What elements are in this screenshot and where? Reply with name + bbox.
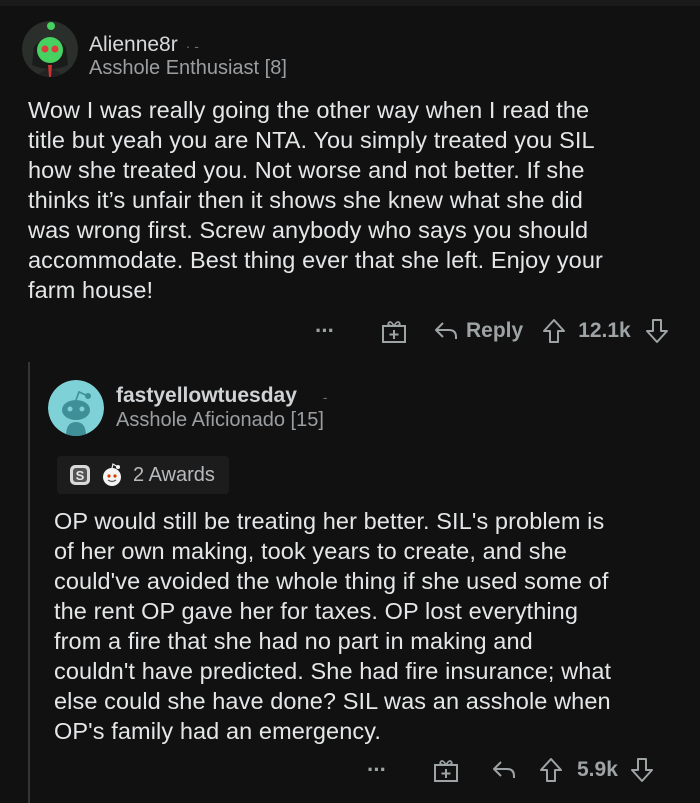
more-button[interactable]: ··· xyxy=(367,757,397,783)
comment-actions: ··· 5.9k xyxy=(367,753,654,787)
username[interactable]: Alienne8r · - xyxy=(89,33,199,57)
wholesome-award-icon xyxy=(103,463,121,486)
downvote-button[interactable] xyxy=(645,318,669,344)
comment-line: OP would still be treating her better. S… xyxy=(54,508,605,534)
comment-body: OP would still be treating her better. S… xyxy=(54,506,694,746)
separator-dot: · - xyxy=(185,38,199,54)
separator-dot: - xyxy=(322,389,328,405)
downvote-icon xyxy=(645,319,668,343)
comment-line: how she treated you. Not worse and not b… xyxy=(28,157,585,183)
comment-actions: ··· Reply 12.1k xyxy=(315,314,669,348)
reply-arrow-icon xyxy=(493,761,515,778)
awards-badge[interactable]: S 2 Awards xyxy=(57,456,229,494)
upvote-icon xyxy=(540,758,562,782)
comment-line: from a fire that she had no part in maki… xyxy=(54,628,533,654)
comment-line: accommodate. Best thing ever that she le… xyxy=(28,247,603,273)
comment-line: OP's family had an emergency. xyxy=(54,718,381,744)
downvote-icon xyxy=(630,758,653,782)
downvote-button[interactable] xyxy=(630,757,654,783)
avatar[interactable] xyxy=(48,380,104,436)
upvote-icon xyxy=(543,319,566,343)
comment-line: was wrong first. Screw anybody who says … xyxy=(28,217,589,243)
username[interactable]: fastyellowtuesday - xyxy=(116,384,328,408)
award-gift-icon xyxy=(382,321,406,343)
comment-body: Wow I was really going the other way whe… xyxy=(28,95,688,305)
snoo-avatar-image xyxy=(48,380,104,436)
user-flair: Asshole Enthusiast [8] xyxy=(89,57,287,79)
comment-line: Wow I was really going the other way whe… xyxy=(28,97,590,123)
awards-label: 2 Awards xyxy=(133,463,215,486)
reply-label: Reply xyxy=(466,319,524,342)
award-gift-icon xyxy=(434,760,458,782)
more-icon: ··· xyxy=(367,757,387,782)
more-button[interactable]: ··· xyxy=(315,318,345,344)
more-icon: ··· xyxy=(315,318,335,343)
score: 12.1k xyxy=(578,319,631,342)
comment-line: could've avoided the whole thing if she … xyxy=(54,568,609,594)
svg-text:S: S xyxy=(76,468,85,483)
score: 5.9k xyxy=(577,758,618,781)
comment-line: title but yeah you are NTA. You simply t… xyxy=(28,127,595,153)
comment-line: the rent OP gave her for taxes. OP lost … xyxy=(54,598,579,624)
award-button[interactable] xyxy=(433,757,459,783)
avatar[interactable] xyxy=(22,21,78,77)
reply-button[interactable]: Reply xyxy=(433,319,523,343)
award-button[interactable] xyxy=(381,318,407,344)
comment-line: of her own making, took years to create,… xyxy=(54,538,567,564)
user-flair: Asshole Aficionado [15] xyxy=(116,409,324,431)
reply-arrow-icon xyxy=(435,322,457,339)
avatar-image xyxy=(22,21,78,77)
top-bar xyxy=(0,0,700,6)
comment-line: thinks it’s unfair then it shows she kne… xyxy=(28,187,583,213)
upvote-button[interactable] xyxy=(539,757,563,783)
comment-line: else could she have done? SIL was an ass… xyxy=(54,688,611,714)
thread-line[interactable] xyxy=(28,362,30,803)
upvote-button[interactable] xyxy=(542,318,566,344)
comment-line: farm house! xyxy=(28,277,154,303)
reply-button[interactable] xyxy=(491,759,517,781)
comment-line: couldn't have predicted. She had fire in… xyxy=(54,658,612,684)
silver-award-icon: S xyxy=(70,465,90,485)
